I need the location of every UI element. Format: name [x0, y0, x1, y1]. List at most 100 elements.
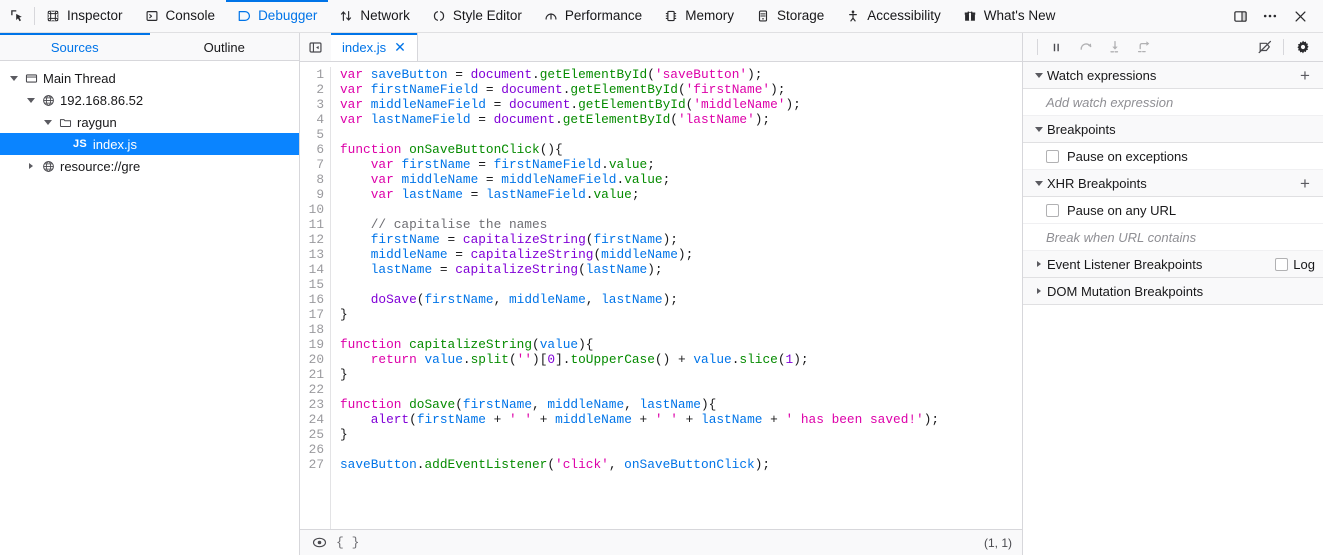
close-icon[interactable]: ✕	[394, 40, 406, 54]
resume-pause-button[interactable]	[1042, 34, 1071, 61]
code-line[interactable]: var middleNameField = document.getElemen…	[340, 97, 1022, 112]
line-number[interactable]: 11	[300, 217, 324, 232]
line-number[interactable]: 17	[300, 307, 324, 322]
code-line[interactable]: alert(firstName + ' ' + middleName + ' '…	[340, 412, 1022, 427]
line-number[interactable]: 3	[300, 97, 324, 112]
pause-on-any-url-checkbox[interactable]	[1046, 203, 1059, 217]
watch-expressions-header[interactable]: Watch expressions +	[1023, 62, 1323, 89]
code-line[interactable]: }	[340, 367, 1022, 382]
devtools-tab-accessibility[interactable]: Accessibility	[835, 0, 952, 33]
line-number[interactable]: 12	[300, 232, 324, 247]
xhr-breakpoints-header[interactable]: XHR Breakpoints +	[1023, 170, 1323, 197]
code-line[interactable]: // capitalise the names	[340, 217, 1022, 232]
line-number[interactable]: 27	[300, 457, 324, 472]
line-number[interactable]: 23	[300, 397, 324, 412]
source-code-content[interactable]: var saveButton = document.getElementById…	[331, 67, 1022, 529]
deactivate-breakpoints-button[interactable]	[1250, 34, 1279, 61]
source-tree-item-main-thread[interactable]: Main Thread	[0, 67, 299, 89]
devtools-tab-console[interactable]: Console	[134, 0, 227, 33]
code-line[interactable]	[340, 202, 1022, 217]
code-line[interactable]: saveButton.addEventListener('click', onS…	[340, 457, 1022, 472]
event-listener-log-toggle[interactable]: Log	[1275, 257, 1315, 272]
chevron-down-icon[interactable]	[23, 97, 39, 103]
code-line[interactable]: }	[340, 307, 1022, 322]
code-line[interactable]: var lastNameField = document.getElementB…	[340, 112, 1022, 127]
line-number[interactable]: 6	[300, 142, 324, 157]
line-number[interactable]: 7	[300, 157, 324, 172]
event-listener-breakpoints-header[interactable]: Event Listener Breakpoints Log	[1023, 251, 1323, 278]
devtools-tab-debugger[interactable]: Debugger	[226, 0, 329, 33]
element-picker-icon[interactable]	[0, 0, 34, 32]
code-line[interactable]: var saveButton = document.getElementById…	[340, 67, 1022, 82]
tab-outline[interactable]: Outline	[150, 33, 300, 61]
step-over-button[interactable]	[1071, 34, 1100, 61]
code-line[interactable]: return value.split('')[0].toUpperCase() …	[340, 352, 1022, 367]
line-number[interactable]: 1	[300, 67, 324, 82]
meatball-menu-icon[interactable]	[1256, 2, 1284, 30]
pretty-print-button[interactable]: { }	[336, 535, 359, 550]
line-number[interactable]: 21	[300, 367, 324, 382]
code-line[interactable]: function capitalizeString(value){	[340, 337, 1022, 352]
devtools-tab-inspector[interactable]: Inspector	[35, 0, 134, 33]
line-number[interactable]: 13	[300, 247, 324, 262]
devtools-tab-what-s-new[interactable]: What's New	[952, 0, 1067, 33]
add-xhr-breakpoint-button[interactable]: +	[1295, 175, 1315, 192]
add-watch-expression-button[interactable]: +	[1295, 67, 1315, 84]
pause-on-exceptions-checkbox[interactable]	[1046, 149, 1059, 163]
tab-sources[interactable]: Sources	[0, 33, 150, 61]
code-line[interactable]: lastName = capitalizeString(lastName);	[340, 262, 1022, 277]
code-line[interactable]: var firstNameField = document.getElement…	[340, 82, 1022, 97]
line-number[interactable]: 24	[300, 412, 324, 427]
dock-to-side-icon[interactable]	[1226, 2, 1254, 30]
code-line[interactable]: function doSave(firstName, middleName, l…	[340, 397, 1022, 412]
source-tree-item-raygun[interactable]: raygun	[0, 111, 299, 133]
code-line[interactable]: middleName = capitalizeString(middleName…	[340, 247, 1022, 262]
chevron-down-icon[interactable]	[6, 75, 22, 81]
watch-source-icon[interactable]	[308, 532, 330, 554]
code-line[interactable]	[340, 382, 1022, 397]
source-tree-item-index-js[interactable]: JS index.js	[0, 133, 299, 155]
line-number[interactable]: 10	[300, 202, 324, 217]
close-devtools-icon[interactable]	[1286, 2, 1314, 30]
source-tree-item-192-168-86-52[interactable]: 192.168.86.52	[0, 89, 299, 111]
xhr-url-input[interactable]: Break when URL contains	[1023, 224, 1323, 251]
dom-mutation-breakpoints-header[interactable]: DOM Mutation Breakpoints	[1023, 278, 1323, 305]
devtools-tab-storage[interactable]: Storage	[745, 0, 835, 33]
chevron-right-icon[interactable]	[23, 163, 39, 169]
line-number[interactable]: 19	[300, 337, 324, 352]
chevron-down-icon[interactable]	[40, 119, 56, 125]
editor-file-tab-index-js[interactable]: index.js ✕	[331, 33, 418, 61]
step-out-button[interactable]	[1129, 34, 1158, 61]
devtools-tab-memory[interactable]: Memory	[653, 0, 745, 33]
line-number-gutter[interactable]: 1 2 3 4 5 6 7 8 9 10 11 12 13 14 15 16 17 18 19 20 21 22 23 24 2…	[300, 67, 331, 529]
source-tree-item-resource-gre[interactable]: resource://gre	[0, 155, 299, 177]
line-number[interactable]: 18	[300, 322, 324, 337]
code-line[interactable]: function onSaveButtonClick(){	[340, 142, 1022, 157]
line-number[interactable]: 2	[300, 82, 324, 97]
line-number[interactable]: 16	[300, 292, 324, 307]
code-line[interactable]	[340, 322, 1022, 337]
line-number[interactable]: 14	[300, 262, 324, 277]
devtools-tab-network[interactable]: Network	[328, 0, 421, 33]
devtools-tab-performance[interactable]: Performance	[533, 0, 653, 33]
code-line[interactable]: firstName = capitalizeString(firstName);	[340, 232, 1022, 247]
code-line[interactable]: var lastName = lastNameField.value;	[340, 187, 1022, 202]
line-number[interactable]: 26	[300, 442, 324, 457]
show-sources-pane-icon[interactable]	[300, 33, 331, 61]
code-editor[interactable]: 1 2 3 4 5 6 7 8 9 10 11 12 13 14 15 16 17 18 19 20 21 22 23 24 2…	[300, 62, 1022, 529]
code-line[interactable]: var middleName = middleNameField.value;	[340, 172, 1022, 187]
code-line[interactable]: }	[340, 427, 1022, 442]
code-line[interactable]: var firstName = firstNameField.value;	[340, 157, 1022, 172]
line-number[interactable]: 8	[300, 172, 324, 187]
code-line[interactable]: doSave(firstName, middleName, lastName);	[340, 292, 1022, 307]
add-watch-expression-input[interactable]: Add watch expression	[1023, 89, 1323, 116]
step-in-button[interactable]	[1100, 34, 1129, 61]
line-number[interactable]: 25	[300, 427, 324, 442]
event-listener-log-checkbox[interactable]	[1275, 257, 1289, 271]
gear-icon[interactable]	[1288, 34, 1317, 61]
breakpoints-header[interactable]: Breakpoints	[1023, 116, 1323, 143]
code-line[interactable]	[340, 277, 1022, 292]
line-number[interactable]: 15	[300, 277, 324, 292]
pause-on-exceptions-row[interactable]: Pause on exceptions	[1023, 143, 1323, 170]
code-line[interactable]	[340, 127, 1022, 142]
